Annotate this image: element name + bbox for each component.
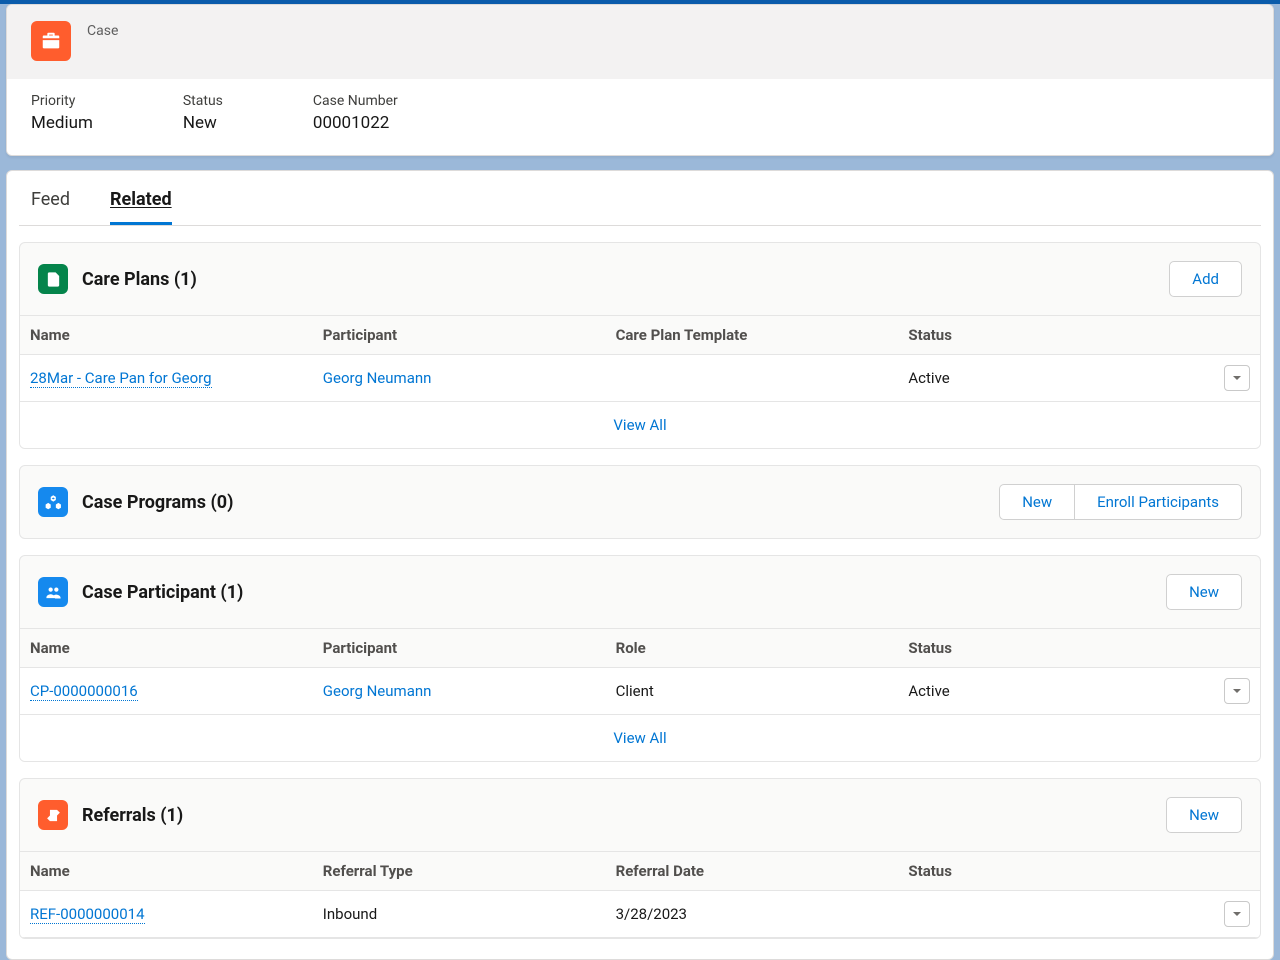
col-date: Referral Date [616, 862, 909, 880]
highlights-panel: Case Priority Medium Status New Case Num… [6, 4, 1274, 156]
field-value: New [183, 113, 223, 133]
col-template: Care Plan Template [616, 326, 909, 344]
related-title: Case Participant (1) [82, 582, 1152, 603]
enroll-participants-button[interactable]: Enroll Participants [1074, 484, 1242, 520]
col-type: Referral Type [323, 862, 616, 880]
table-header: Name Referral Type Referral Date Status [20, 851, 1260, 891]
col-participant: Participant [323, 639, 616, 657]
referral-link[interactable]: REF-0000000014 [30, 905, 145, 924]
care-plan-link[interactable]: 28Mar - Care Pan for Georg [30, 369, 212, 388]
field-label: Priority [31, 93, 93, 109]
related-title: Referrals (1) [82, 805, 1152, 826]
detail-panel: Feed Related Care Plans (1) Add Name Par… [6, 170, 1274, 960]
care-plans-icon [38, 264, 68, 294]
cell-role: Client [616, 682, 909, 700]
chevron-down-icon [1232, 682, 1242, 700]
field-label: Status [183, 93, 223, 109]
table-row: CP-0000000016 Georg Neumann Client Activ… [20, 668, 1260, 715]
related-card-case-programs: Case Programs (0) New Enroll Participant… [19, 465, 1261, 539]
cell-type: Inbound [323, 905, 616, 923]
col-name: Name [30, 862, 323, 880]
field-label: Case Number [313, 93, 398, 109]
col-role: Role [616, 639, 909, 657]
participant-link[interactable]: Georg Neumann [323, 682, 432, 700]
row-actions-button[interactable] [1224, 901, 1250, 927]
view-all-link[interactable]: View All [613, 416, 666, 434]
new-button[interactable]: New [1166, 797, 1242, 833]
field-value: Medium [31, 113, 93, 133]
col-status: Status [908, 326, 1201, 344]
add-button[interactable]: Add [1169, 261, 1242, 297]
related-card-referrals: Referrals (1) New Name Referral Type Ref… [19, 778, 1261, 939]
new-button[interactable]: New [1166, 574, 1242, 610]
cell-status: Active [908, 369, 1201, 387]
participant-record-link[interactable]: CP-0000000016 [30, 682, 138, 701]
col-status: Status [908, 862, 1201, 880]
tab-feed[interactable]: Feed [31, 189, 70, 225]
table-row: REF-0000000014 Inbound 3/28/2023 [20, 891, 1260, 938]
cell-date: 3/28/2023 [616, 905, 909, 923]
case-icon [31, 21, 71, 61]
related-card-care-plans: Care Plans (1) Add Name Participant Care… [19, 242, 1261, 449]
field-status: Status New [183, 93, 223, 133]
table-row: 28Mar - Care Pan for Georg Georg Neumann… [20, 355, 1260, 402]
field-priority: Priority Medium [31, 93, 93, 133]
col-name: Name [30, 639, 323, 657]
view-all-link[interactable]: View All [613, 729, 666, 747]
cell-status: Active [908, 682, 1201, 700]
table-header: Name Participant Care Plan Template Stat… [20, 315, 1260, 355]
object-label: Case [87, 23, 118, 39]
case-programs-icon [38, 487, 68, 517]
referrals-icon [38, 800, 68, 830]
case-participant-icon [38, 577, 68, 607]
row-actions-button[interactable] [1224, 678, 1250, 704]
row-actions-button[interactable] [1224, 365, 1250, 391]
related-title: Care Plans (1) [82, 269, 1155, 290]
view-all-row: View All [20, 402, 1260, 448]
related-title: Case Programs (0) [82, 492, 985, 513]
tab-related[interactable]: Related [110, 189, 172, 225]
col-name: Name [30, 326, 323, 344]
field-value: 00001022 [313, 113, 398, 133]
col-participant: Participant [323, 326, 616, 344]
chevron-down-icon [1232, 369, 1242, 387]
table-header: Name Participant Role Status [20, 628, 1260, 668]
participant-link[interactable]: Georg Neumann [323, 369, 432, 387]
tab-bar: Feed Related [19, 171, 1261, 226]
new-button[interactable]: New [999, 484, 1074, 520]
view-all-row: View All [20, 715, 1260, 761]
col-status: Status [908, 639, 1201, 657]
field-case-number: Case Number 00001022 [313, 93, 398, 133]
chevron-down-icon [1232, 905, 1242, 923]
related-card-case-participant: Case Participant (1) New Name Participan… [19, 555, 1261, 762]
